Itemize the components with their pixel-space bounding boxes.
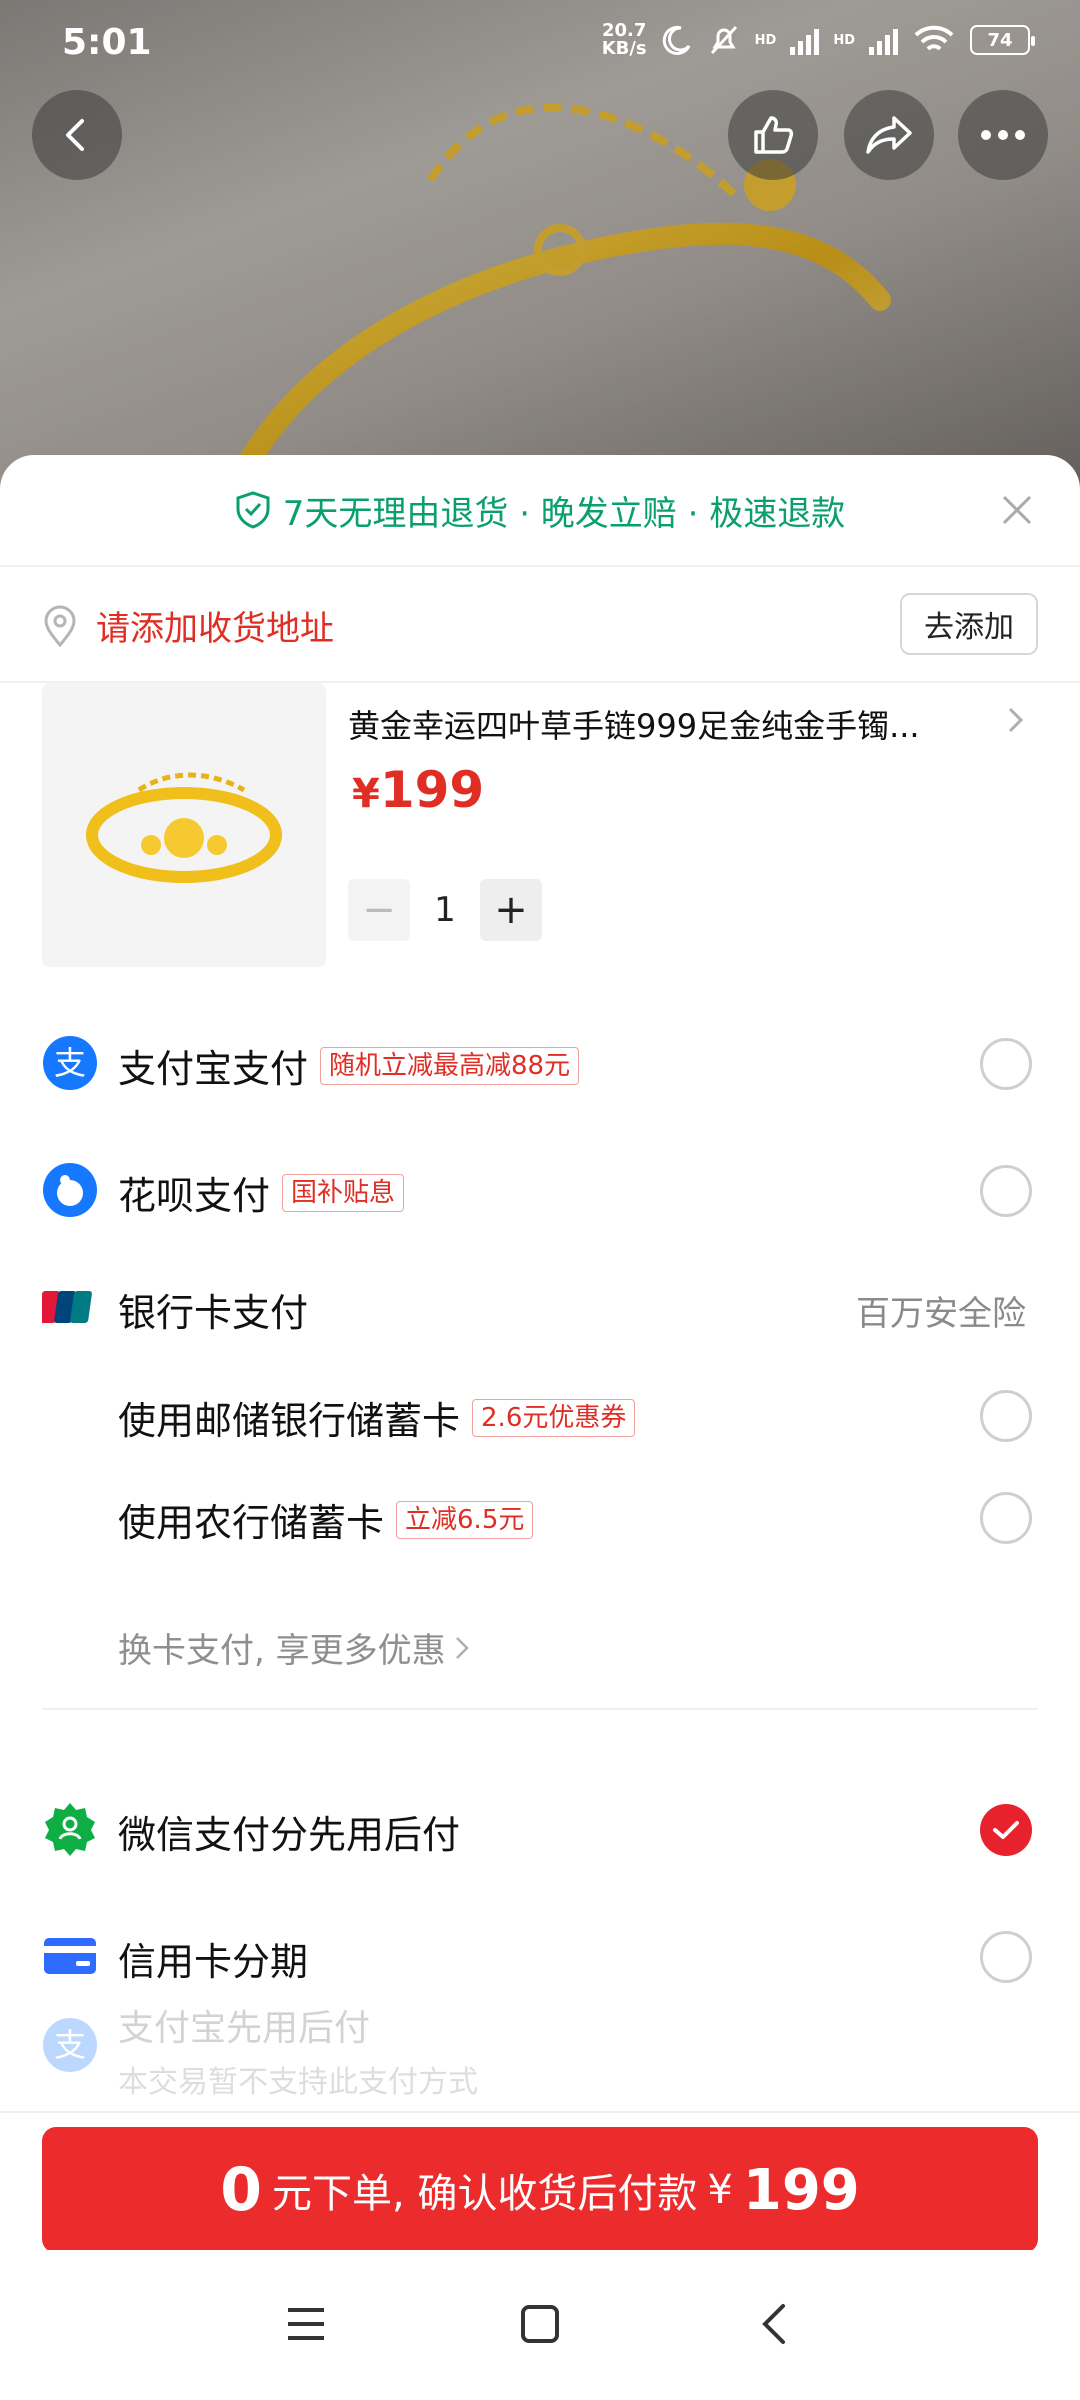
psbc-radio[interactable] [980, 1390, 1032, 1442]
recents-button[interactable] [276, 2294, 336, 2354]
bankcard-label: 银行卡支付 [118, 1291, 309, 1335]
back-nav-button[interactable] [744, 2294, 804, 2354]
quantity-value[interactable]: 1 [410, 890, 480, 930]
alipay-label: 支付宝支付 [118, 1047, 309, 1091]
increase-button[interactable]: + [480, 879, 542, 941]
payment-option-alipay[interactable]: 支 支付宝支付 随机立减最高减88元 [0, 1008, 1080, 1118]
wechat-later-label: 微信支付分先用后付 [118, 1813, 461, 1857]
thumbs-up-icon [754, 116, 794, 154]
divider [0, 2111, 1080, 2113]
home-square-icon [521, 2305, 559, 2343]
decrease-button[interactable]: − [348, 879, 410, 941]
mute-bell-icon [710, 25, 737, 55]
like-button[interactable] [728, 90, 818, 180]
chevron-left-icon [66, 119, 84, 151]
alipay-later-label: 支付宝先用后付 [118, 2008, 371, 2049]
guarantee-banner: 7天无理由退货 · 晚发立赔 · 极速退款 [0, 455, 1080, 565]
checkmark-icon [993, 1821, 1019, 1839]
payment-option-wechat-later[interactable]: 微信支付分先用后付 [0, 1774, 1080, 1884]
huabei-radio[interactable] [980, 1165, 1032, 1217]
alipay-promo-tag: 随机立减最高减88元 [320, 1046, 580, 1085]
cta-zero: 0 [220, 2155, 262, 2225]
alipay-icon: 支 [43, 1036, 97, 1090]
unionpay-icon [42, 1291, 92, 1323]
cta-text: 元下单, 确认收货后付款 [271, 2171, 698, 2217]
alipay-radio[interactable] [980, 1038, 1032, 1090]
hd-label-1: HD [754, 32, 777, 48]
signal-icon-1 [790, 25, 820, 55]
network-speed: 20.7 KB/s [601, 20, 647, 59]
abc-label: 使用农行储蓄卡 [118, 1501, 385, 1545]
wechat-later-radio-checked[interactable] [980, 1804, 1032, 1856]
share-button[interactable] [844, 90, 934, 180]
payment-option-alipay-later-disabled: 支 支付宝先用后付 本交易暂不支持此支付方式 [0, 1995, 1080, 2105]
product-price: ¥199 [352, 761, 485, 819]
chevron-right-icon [455, 1636, 469, 1659]
alipay-icon: 支 [43, 2018, 97, 2072]
quantity-stepper: − 1 + [348, 879, 542, 941]
moon-icon [662, 25, 691, 55]
divider [42, 1708, 1038, 1710]
more-button[interactable] [958, 90, 1048, 180]
more-icon [981, 130, 1025, 140]
signal-icon-2 [869, 25, 898, 55]
close-icon[interactable] [1000, 493, 1034, 527]
abc-radio[interactable] [980, 1492, 1032, 1544]
address-prompt: 请添加收货地址 [96, 609, 334, 649]
svg-text:支: 支 [54, 2026, 86, 2064]
place-order-button[interactable]: 0 元下单, 确认收货后付款 ¥ 199 [42, 2127, 1038, 2253]
cta-currency: ¥ [707, 2167, 733, 2213]
battery-icon: 74 [970, 25, 1035, 55]
psbc-label: 使用邮储银行储蓄卡 [118, 1399, 461, 1443]
wifi-icon [914, 25, 954, 51]
payment-option-psbc-card[interactable]: 使用邮储银行储蓄卡 2.6元优惠券 [0, 1360, 1080, 1470]
psbc-coupon-tag: 2.6元优惠券 [472, 1398, 636, 1437]
share-icon [866, 116, 912, 154]
credit-card-icon [44, 1938, 96, 1974]
payment-option-abc-card[interactable]: 使用农行储蓄卡 立减6.5元 [0, 1462, 1080, 1572]
abc-discount-tag: 立减6.5元 [396, 1500, 534, 1539]
huabei-label: 花呗支付 [118, 1174, 271, 1218]
credit-installment-label: 信用卡分期 [118, 1940, 309, 1984]
wechat-pay-score-icon [45, 1803, 95, 1856]
product-thumbnail[interactable] [42, 683, 326, 967]
address-row[interactable]: 请添加收货地址 去添加 [0, 567, 1080, 681]
svg-text:支: 支 [54, 1044, 86, 1082]
add-address-button[interactable]: 去添加 [900, 593, 1038, 655]
status-time: 5:01 [62, 22, 152, 63]
hd-label-2: HD [833, 32, 855, 48]
chevron-right-icon[interactable] [1006, 705, 1026, 735]
home-button[interactable] [510, 2294, 570, 2354]
product-row: 黄金幸运四叶草手链999足金纯金手镯... ¥199 − 1 + [0, 683, 1080, 967]
product-title[interactable]: 黄金幸运四叶草手链999足金纯金手镯... [348, 701, 988, 747]
guarantee-text: 7天无理由退货 · 晚发立赔 · 极速退款 [282, 493, 846, 534]
location-pin-icon [44, 605, 76, 647]
status-bar: 5:01 20.7 KB/s HD HD 74 [0, 0, 1080, 78]
security-insurance-note: 百万安全险 [856, 1294, 1026, 1334]
checkout-sheet: 7天无理由退货 · 晚发立赔 · 极速退款 请添加收货地址 去添加 黄金幸运四叶… [0, 455, 1080, 2400]
alipay-later-unavailable-note: 本交易暂不支持此支付方式 [118, 2065, 478, 2100]
huabei-icon [43, 1163, 97, 1217]
payment-option-huabei[interactable]: 花呗支付 国补贴息 [0, 1135, 1080, 1245]
shield-check-icon [236, 491, 270, 529]
system-navigation-bar [0, 2250, 1080, 2400]
back-button[interactable] [32, 90, 122, 180]
credit-installment-radio[interactable] [980, 1931, 1032, 1983]
menu-icon [288, 2308, 324, 2340]
cta-amount: 199 [742, 2157, 860, 2223]
huabei-promo-tag: 国补贴息 [282, 1173, 405, 1212]
switch-card-link[interactable]: 换卡支付, 享更多优惠 [118, 1623, 470, 1672]
payment-group-bankcard: 银行卡支付 百万安全险 [0, 1252, 1080, 1362]
status-icons: 20.7 KB/s HD HD 74 [601, 20, 1035, 59]
back-arrow-icon [762, 2304, 785, 2344]
bracelet-thumbnail-image [86, 772, 282, 883]
